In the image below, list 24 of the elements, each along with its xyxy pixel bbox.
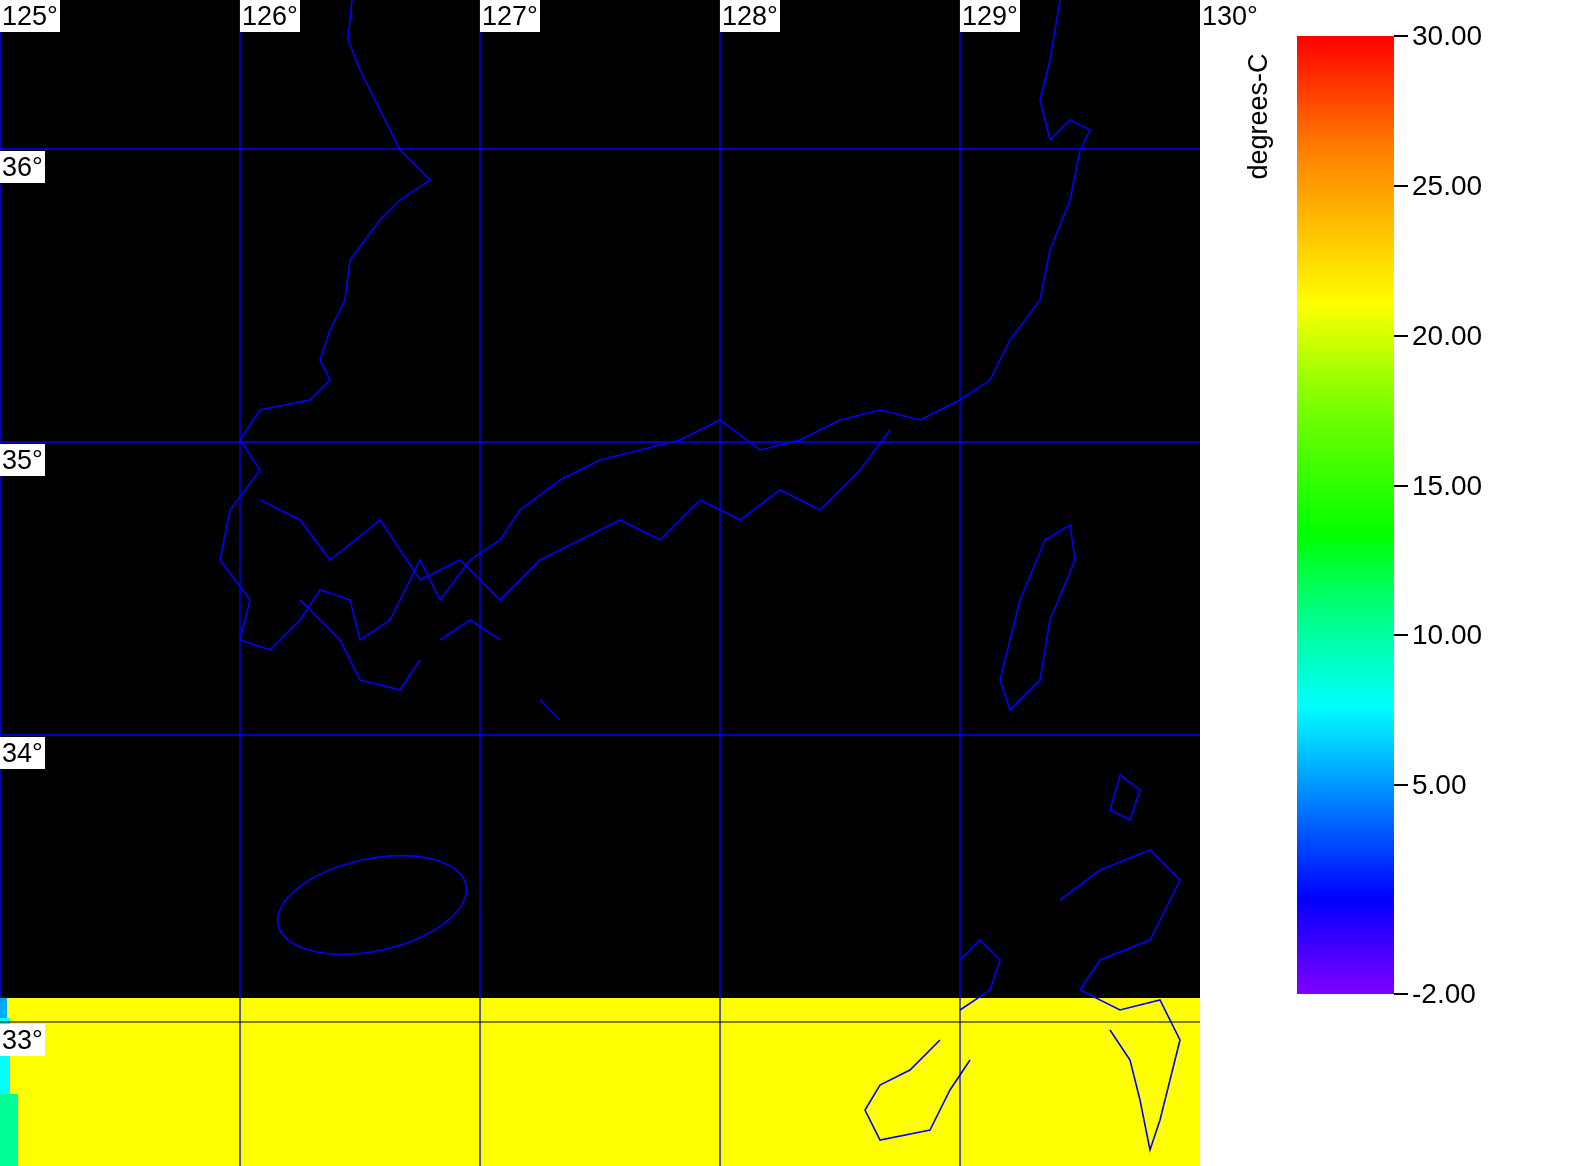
latitude-label: 34° <box>0 737 45 769</box>
latitude-label: 33° <box>0 1024 45 1056</box>
tick-mark <box>1394 185 1408 188</box>
unit-label: degrees-C <box>1242 52 1274 180</box>
longitude-label: 126° <box>240 0 300 32</box>
latitude-label: 35° <box>0 444 45 476</box>
tick-mark <box>1394 335 1408 338</box>
tick-mark <box>1394 485 1408 488</box>
longitude-label: 128° <box>720 0 780 32</box>
latitude-label: 36° <box>0 151 45 183</box>
tick-mark <box>1394 993 1408 995</box>
tick-label: 10.00 <box>1412 619 1483 652</box>
tick-label: -2.00 <box>1412 978 1476 1010</box>
longitude-label: 125° <box>0 0 60 32</box>
tick-mark <box>1394 35 1408 37</box>
tick-mark <box>1394 784 1408 787</box>
longitude-label: 127° <box>480 0 540 32</box>
tick-label: 15.00 <box>1412 470 1483 503</box>
tick-mark <box>1394 634 1408 637</box>
tick-label: 20.00 <box>1412 320 1483 353</box>
tick-label: 5.00 <box>1412 769 1467 802</box>
tick-label: 25.00 <box>1412 170 1483 203</box>
tick-label: 30.00 <box>1412 20 1483 52</box>
longitude-label: 129° <box>960 0 1020 32</box>
